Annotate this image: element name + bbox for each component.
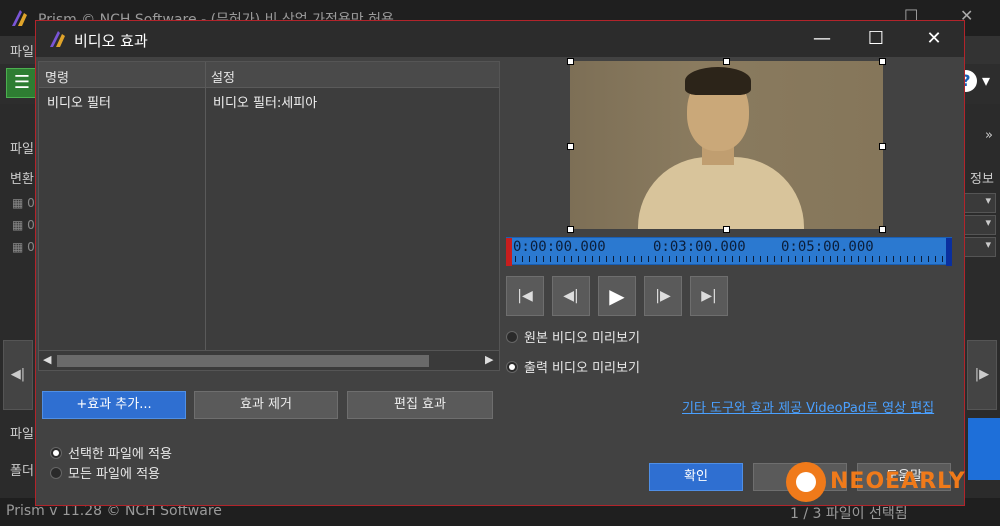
column-divider: [205, 62, 206, 350]
end-marker[interactable]: [946, 238, 952, 266]
video-effects-dialog: 비디오 효과 — ☐ ✕ 명령 설정 비디오 필터 비디오 필터:세피아 ◀ ▶…: [35, 20, 965, 506]
status-selection: 1 / 3 파일이 선택됨: [790, 506, 908, 522]
play-icon[interactable]: ▶: [598, 276, 636, 316]
scrollbar-thumb[interactable]: [57, 355, 429, 367]
crop-handle[interactable]: [567, 58, 574, 65]
file-row[interactable]: ▦ 0: [12, 240, 35, 254]
radio-indicator: [506, 361, 518, 373]
crop-handle[interactable]: [879, 58, 886, 65]
row-combo[interactable]: ▾: [962, 215, 996, 235]
original-preview-radio[interactable]: 원본 비디오 미리보기: [506, 327, 640, 346]
row-combo[interactable]: ▾: [962, 193, 996, 213]
timeline-mark: 0:00:00.000: [513, 239, 606, 255]
convert-button[interactable]: [968, 418, 1000, 480]
dialog-title: 비디오 효과: [74, 32, 148, 50]
start-marker[interactable]: [506, 238, 512, 266]
cell-setting: 비디오 필터:세피아: [213, 96, 318, 111]
crop-handle[interactable]: [567, 226, 574, 233]
radio-indicator: [50, 467, 62, 479]
crop-handle[interactable]: [879, 226, 886, 233]
ok-button[interactable]: 확인: [649, 463, 743, 491]
info-column-header: 정보: [970, 172, 994, 187]
scroll-left-icon[interactable]: ◀: [43, 353, 51, 366]
watermark-logo-icon: [786, 462, 826, 502]
maximize-icon[interactable]: ☐: [856, 25, 896, 53]
edit-effect-button[interactable]: 편집 효과: [347, 391, 493, 419]
video-preview[interactable]: [570, 61, 883, 229]
menu-file[interactable]: 파일: [10, 41, 34, 60]
prev-panel-button[interactable]: ◀|: [3, 340, 33, 410]
horizontal-scrollbar[interactable]: ◀ ▶: [39, 350, 499, 370]
prism-logo-icon: [50, 31, 65, 47]
close-icon[interactable]: ✕: [914, 25, 954, 53]
hamburger-menu-icon[interactable]: ☰: [6, 68, 38, 98]
folder-label: 폴더: [10, 464, 34, 479]
crop-handle[interactable]: [723, 226, 730, 233]
skip-end-icon[interactable]: ▶|: [690, 276, 728, 316]
files-label: 파일: [10, 142, 34, 157]
film-icon: ▦: [12, 196, 24, 210]
dialog-title-bar: 비디오 효과 — ☐ ✕: [36, 21, 964, 57]
column-header-setting[interactable]: 설정: [205, 62, 499, 88]
timeline-mark: 0:03:00.000: [653, 239, 746, 255]
watermark: NEOEARLY: [786, 462, 966, 502]
add-effect-button[interactable]: +효과 추가...: [42, 391, 186, 419]
prism-logo-icon: [12, 10, 27, 26]
timeline-scrubber[interactable]: 0:00:00.000 0:03:00.000 0:05:00.000: [506, 237, 952, 266]
output-preview-radio[interactable]: 출력 비디오 미리보기: [506, 357, 640, 376]
file-row[interactable]: ▦ 0: [12, 196, 35, 210]
column-header-command[interactable]: 명령: [39, 62, 205, 88]
file-row[interactable]: ▦ 0: [12, 218, 35, 232]
skip-start-icon[interactable]: |◀: [506, 276, 544, 316]
film-icon: ▦: [12, 218, 24, 232]
minimize-icon[interactable]: —: [802, 25, 842, 53]
crop-handle[interactable]: [567, 143, 574, 150]
file-output-label: 파일: [10, 427, 34, 442]
scroll-right-icon[interactable]: ▶: [485, 353, 493, 366]
effects-table: 명령 설정 비디오 필터 비디오 필터:세피아 ◀ ▶: [38, 61, 500, 371]
row-combo[interactable]: ▾: [962, 237, 996, 257]
timeline-mark: 0:05:00.000: [781, 239, 874, 255]
step-back-icon[interactable]: ◀|: [552, 276, 590, 316]
next-panel-button[interactable]: |▶: [967, 340, 997, 410]
apply-all-radio[interactable]: 모든 파일에 적용: [50, 463, 160, 482]
radio-indicator: [50, 447, 62, 459]
remove-effect-button[interactable]: 효과 제거: [194, 391, 338, 419]
film-icon: ▦: [12, 240, 24, 254]
crop-handle[interactable]: [723, 58, 730, 65]
cell-command: 비디오 필터: [47, 96, 111, 111]
crop-handle[interactable]: [879, 143, 886, 150]
timeline-ticks: [515, 256, 945, 262]
apply-selected-radio[interactable]: 선택한 파일에 적용: [50, 443, 172, 462]
convert-label: 변환: [10, 172, 34, 187]
overflow-icon[interactable]: »: [985, 128, 993, 143]
preview-person-hair: [685, 67, 751, 95]
step-forward-icon[interactable]: |▶: [644, 276, 682, 316]
radio-indicator: [506, 331, 518, 343]
videopad-link[interactable]: 기타 도구와 효과 제공 VideoPad로 영상 편집: [682, 397, 934, 416]
